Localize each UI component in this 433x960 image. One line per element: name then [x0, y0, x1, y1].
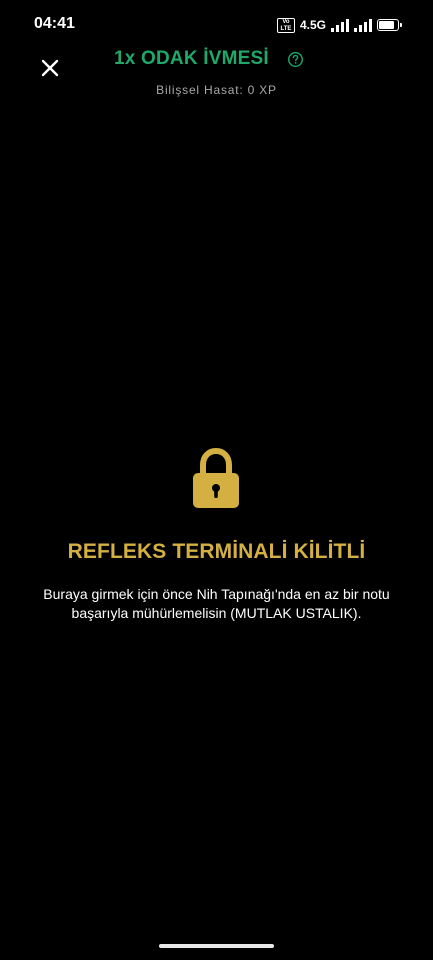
status-icons: Vo LTE 4.5G: [276, 16, 402, 34]
home-indicator[interactable]: [159, 944, 274, 948]
signal-icon: [354, 18, 372, 32]
help-icon: [287, 51, 304, 68]
xp-subtitle: Bilişsel Hasat: 0 XP: [156, 83, 277, 97]
locked-description: Buraya girmek için önce Nih Tapınağı'nda…: [43, 586, 390, 621]
battery-icon: [377, 19, 402, 31]
close-button[interactable]: [36, 54, 64, 82]
help-button[interactable]: [287, 51, 304, 68]
status-time: 04:41: [34, 15, 75, 32]
close-icon: [41, 59, 59, 77]
lock-icon: [191, 447, 241, 509]
signal-icon: [331, 18, 349, 32]
volte-icon: Vo LTE: [276, 17, 295, 33]
network-type-label: 4.5G: [299, 18, 326, 32]
locked-title: REFLEKS TERMİNALİ KİLİTLİ: [67, 540, 366, 563]
status-bar: 04:41 Vo LTE 4.5G: [0, 0, 433, 50]
page-title: 1x ODAK İVMESİ: [114, 48, 269, 69]
